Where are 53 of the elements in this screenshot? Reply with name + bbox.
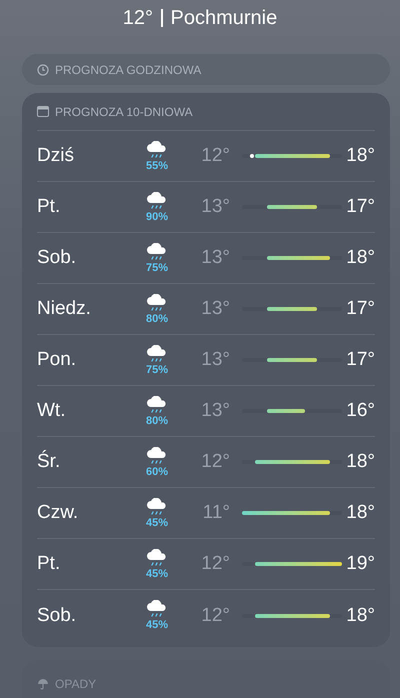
high-temperature: 18° xyxy=(345,450,375,474)
high-temperature: 18° xyxy=(345,246,375,270)
temperature-range-bar xyxy=(267,307,317,312)
high-temperature: 17° xyxy=(345,297,375,322)
precipitation-chance: 60% xyxy=(146,466,168,478)
low-temperature: 11° xyxy=(202,501,230,526)
low-temperature: 12° xyxy=(200,604,230,628)
card-title: PROGNOZA 10-DNIOWA xyxy=(55,104,193,121)
day-label: Czw. xyxy=(37,501,80,526)
high-temperature: 16° xyxy=(345,399,375,424)
low-temperature: 13° xyxy=(200,399,230,424)
day-label: Pt. xyxy=(37,195,62,220)
precipitation-chance: 90% xyxy=(146,212,168,223)
day-label: Dziś xyxy=(37,144,75,168)
day-label: Sob. xyxy=(37,604,78,628)
temperature-range-bar xyxy=(267,256,330,260)
low-temperature: 12° xyxy=(200,450,230,474)
low-temperature: 13° xyxy=(200,297,230,322)
precipitation-chance: 75% xyxy=(146,364,168,376)
low-temperature: 13° xyxy=(200,246,230,270)
umbrella-icon xyxy=(37,678,49,690)
precipitation-chance: 80% xyxy=(146,416,168,427)
hourly-forecast-card[interactable]: PROGNOZA GODZINOWA xyxy=(22,54,390,86)
current-temperature: 12° xyxy=(122,6,154,31)
temperature-range-bar xyxy=(267,358,317,362)
precipitation-chance: 55% xyxy=(146,160,168,172)
precipitation-chance: 80% xyxy=(146,314,168,325)
day-label: Sob. xyxy=(37,246,78,270)
day-label: Pt. xyxy=(37,552,62,576)
temperature-range-bar xyxy=(267,205,317,210)
day-label: Śr. xyxy=(37,449,62,474)
card-title: PROGNOZA GODZINOWA xyxy=(55,62,202,79)
low-temperature: 12° xyxy=(200,144,230,168)
clock-icon xyxy=(37,64,49,76)
high-temperature: 18° xyxy=(345,144,375,168)
low-temperature: 13° xyxy=(200,348,230,372)
high-temperature: 17° xyxy=(345,195,375,220)
high-temperature: 18° xyxy=(345,604,375,628)
precipitation-chance: 45% xyxy=(146,568,168,580)
precipitation-chance: 45% xyxy=(146,518,168,529)
day-label: Niedz. xyxy=(37,297,92,322)
calendar-icon xyxy=(37,106,49,118)
precipitation-chance: 45% xyxy=(146,620,168,632)
high-temperature: 19° xyxy=(345,552,375,576)
low-temperature: 13° xyxy=(200,195,230,220)
temperature-range-bar xyxy=(267,409,304,414)
precipitation-chance: 75% xyxy=(146,262,168,274)
high-temperature: 17° xyxy=(345,348,375,372)
weather-condition: Pochmurnie xyxy=(170,6,278,31)
high-temperature: 18° xyxy=(345,501,375,526)
day-label: Wt. xyxy=(37,399,66,424)
low-temperature: 12° xyxy=(200,552,230,576)
day-label: Pon. xyxy=(37,348,78,372)
